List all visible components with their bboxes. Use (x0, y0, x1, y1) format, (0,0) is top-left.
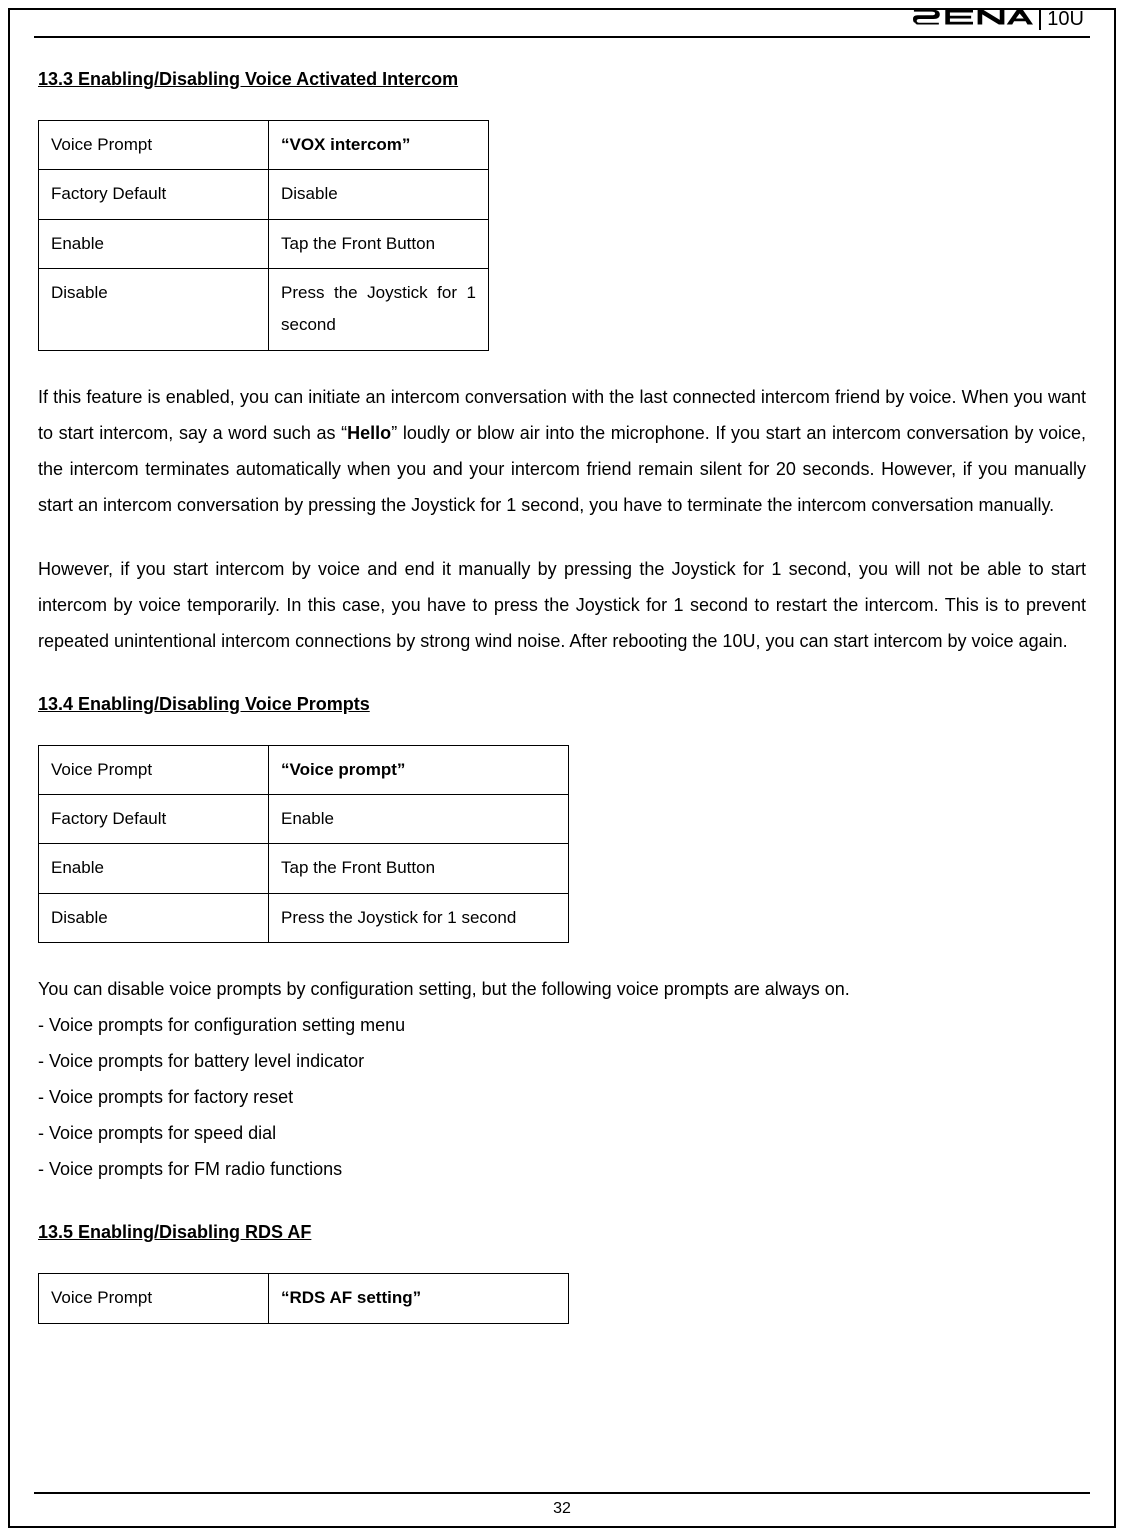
cell-label: Factory Default (39, 795, 269, 844)
sena-logo-icon (913, 8, 1033, 30)
content: 13.3 Enabling/Disabling Voice Activated … (10, 38, 1114, 1324)
cell-label: Voice Prompt (39, 121, 269, 170)
table-row: Enable Tap the Front Button (39, 219, 489, 268)
page-number: 32 (553, 1500, 571, 1517)
footer: 32 (10, 1492, 1114, 1526)
dash-list: - Voice prompts for configuration settin… (38, 1007, 1086, 1187)
table-rds-af: Voice Prompt “RDS AF setting” (38, 1273, 569, 1323)
cell-value: “VOX intercom” (269, 121, 489, 170)
cell-value: Disable (269, 170, 489, 219)
paragraph-133-2: However, if you start intercom by voice … (38, 551, 1086, 659)
list-item: - Voice prompts for FM radio functions (38, 1151, 1086, 1187)
table-row: Voice Prompt “Voice prompt” (39, 745, 569, 794)
list-intro: You can disable voice prompts by configu… (38, 971, 1086, 1007)
list-item: - Voice prompts for configuration settin… (38, 1007, 1086, 1043)
heading-13-3: 13.3 Enabling/Disabling Voice Activated … (38, 62, 1086, 96)
cell-value: Enable (269, 795, 569, 844)
table-row: Voice Prompt “VOX intercom” (39, 121, 489, 170)
header-rule: 10U (34, 10, 1090, 38)
cell-value: “Voice prompt” (269, 745, 569, 794)
table-vox-intercom: Voice Prompt “VOX intercom” Factory Defa… (38, 120, 489, 350)
model-label: 10U (1039, 8, 1090, 30)
table-row: Enable Tap the Front Button (39, 844, 569, 893)
cell-value: “RDS AF setting” (269, 1274, 569, 1323)
cell-label: Enable (39, 219, 269, 268)
table-row: Disable Press the Joystick for 1 second (39, 893, 569, 942)
table-row: Factory Default Enable (39, 795, 569, 844)
cell-value: Tap the Front Button (269, 219, 489, 268)
table-row: Factory Default Disable (39, 170, 489, 219)
cell-label: Disable (39, 269, 269, 351)
cell-label: Enable (39, 844, 269, 893)
text-bold: Hello (347, 423, 391, 443)
footer-rule: 32 (34, 1492, 1090, 1526)
heading-13-4: 13.4 Enabling/Disabling Voice Prompts (38, 687, 1086, 721)
paragraph-133-1: If this feature is enabled, you can init… (38, 379, 1086, 523)
list-item: - Voice prompts for factory reset (38, 1079, 1086, 1115)
table-voice-prompt: Voice Prompt “Voice prompt” Factory Defa… (38, 745, 569, 943)
cell-value: Tap the Front Button (269, 844, 569, 893)
cell-value: Press the Joystick for 1 second (269, 893, 569, 942)
list-item: - Voice prompts for speed dial (38, 1115, 1086, 1151)
heading-13-5: 13.5 Enabling/Disabling RDS AF (38, 1215, 1086, 1249)
cell-value: Press the Joystick for 1 second (269, 269, 489, 351)
list-item: - Voice prompts for battery level indica… (38, 1043, 1086, 1079)
page: 10U 13.3 Enabling/Disabling Voice Activa… (8, 8, 1116, 1528)
cell-label: Voice Prompt (39, 745, 269, 794)
table-row: Voice Prompt “RDS AF setting” (39, 1274, 569, 1323)
header-logo-block: 10U (913, 8, 1090, 30)
cell-label: Factory Default (39, 170, 269, 219)
cell-label: Disable (39, 893, 269, 942)
table-row: Disable Press the Joystick for 1 second (39, 269, 489, 351)
cell-label: Voice Prompt (39, 1274, 269, 1323)
